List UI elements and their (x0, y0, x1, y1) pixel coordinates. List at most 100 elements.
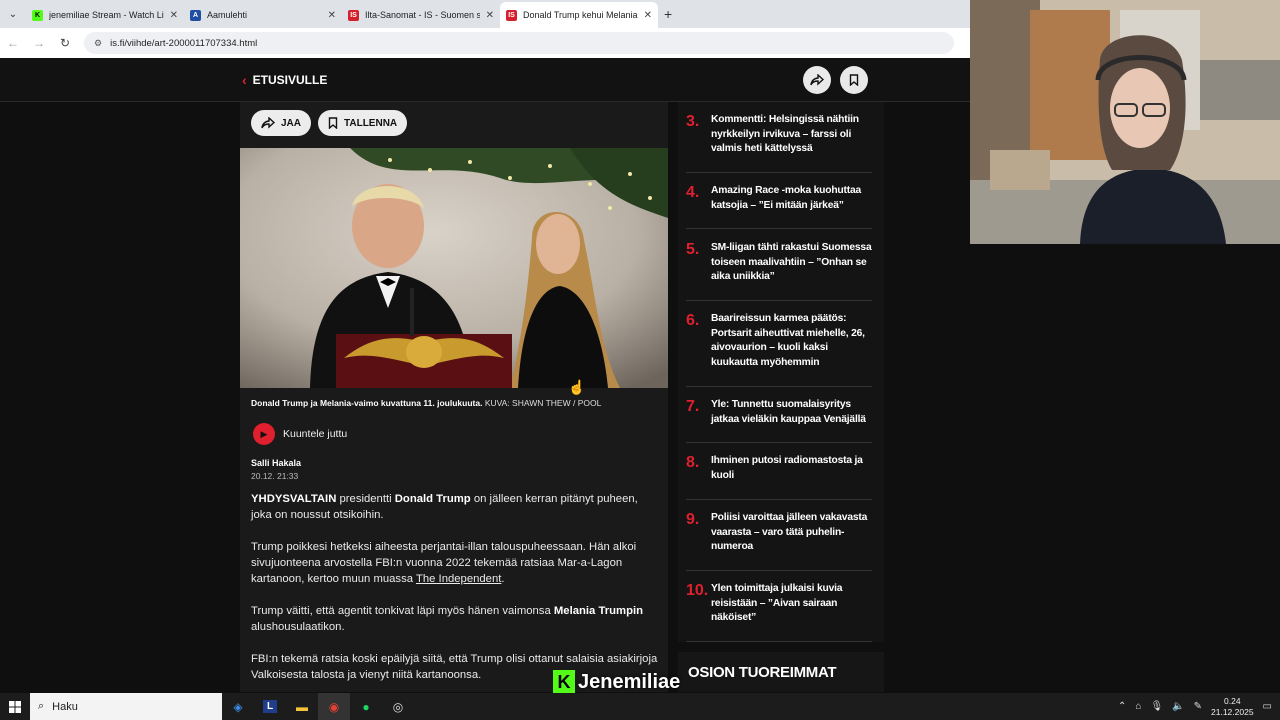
tab-aamulehti[interactable]: A Aamulehti ✕ (184, 2, 342, 28)
rank-number: 5. (686, 241, 700, 258)
divider (686, 499, 872, 500)
windows-start-button[interactable] (0, 700, 30, 713)
tab-ilta-sanomat[interactable]: IS Ilta-Sanomat - IS - Suomen suu ✕ (342, 2, 500, 28)
save-label: TALLENNA (344, 117, 398, 129)
reload-icon[interactable]: ↻ (58, 36, 72, 50)
url-text: is.fi/viihde/art-2000011707334.html (110, 37, 258, 49)
rank-title: Poliisi varoittaa jälleen vakavasta vaar… (711, 512, 868, 552)
text: Trump väitti, että agentit tonkivat läpi… (251, 605, 554, 617)
system-tray: ⌃ ⌂ 🎙 🔈 ✎ 0.24 21.12.2025 ▭ (1118, 693, 1280, 720)
kick-icon: K (32, 9, 43, 21)
publish-date: 20.12. 21:33 (251, 471, 299, 481)
rank-title: Amazing Race -moka kuohuttaa katsojia – … (711, 185, 862, 211)
chevron-up-icon[interactable]: ⌃ (1118, 701, 1126, 712)
close-icon[interactable]: ✕ (644, 10, 652, 21)
taskbar-clock[interactable]: 0.24 21.12.2025 (1211, 696, 1254, 718)
close-icon[interactable]: ✕ (486, 10, 494, 21)
rank-title: Baarireissun karmea päätös: Portsarit ai… (711, 313, 865, 368)
share-icon (810, 74, 824, 86)
network-icon[interactable]: ⌂ (1135, 701, 1141, 712)
tab-kick[interactable]: K jenemiliae Stream - Watch Live ✕ (26, 2, 184, 28)
file-explorer-icon[interactable]: ▬ (286, 693, 318, 720)
text: presidentti (336, 493, 395, 505)
site-header: ‹ ETUSIVULLE (0, 58, 970, 102)
share-button[interactable] (803, 66, 831, 94)
most-read-item[interactable]: 7. Yle: Tunnettu suomalaisyritys jatkaa … (686, 398, 876, 427)
most-read-item[interactable]: 9. Poliisi varoittaa jälleen vakavasta v… (686, 511, 876, 555)
rank-number: 9. (686, 511, 700, 528)
site-info-icon[interactable]: ⚙ (94, 38, 102, 49)
most-read-item[interactable]: 5. SM-liigan tähti rakastui Suomessa toi… (686, 241, 876, 285)
divider (686, 300, 872, 301)
stream-name-overlay: K Jenemiliae (553, 670, 680, 694)
rank-number: 6. (686, 312, 700, 329)
most-read-item[interactable]: 4. Amazing Race -moka kuohuttaa katsojia… (686, 184, 876, 213)
hand-cursor-icon: ☝ (568, 379, 586, 395)
notification-icon[interactable]: ▭ (1263, 701, 1272, 712)
share-pill-button[interactable]: JAA (251, 110, 312, 136)
most-read-item[interactable]: 8. Ihminen putosi radiomastosta ja kuoli (686, 454, 876, 483)
volume-icon[interactable]: 🔈 (1172, 701, 1184, 712)
aamulehti-icon: A (190, 9, 201, 21)
is-icon: IS (348, 9, 359, 21)
clock-date: 21.12.2025 (1211, 706, 1254, 717)
save-pill-button[interactable]: TALLENNA (318, 110, 408, 136)
close-icon[interactable]: ✕ (328, 10, 336, 21)
tab-title: jenemiliae Stream - Watch Live (49, 10, 164, 20)
author-name: Salli Hakala (251, 458, 302, 468)
play-icon: ▶ (253, 423, 275, 445)
tab-title: Donald Trump kehui Melanian (523, 10, 638, 20)
kick-logo-icon: K (553, 670, 575, 694)
most-read-item[interactable]: 10. Ylen toimittaja julkaisi kuvia reisi… (686, 582, 876, 626)
divider (686, 386, 872, 387)
chevron-left-icon: ‹ (242, 72, 247, 88)
taskbar-search[interactable]: ⌕ Haku (30, 693, 222, 720)
article-column: JAA TALLENNA Donald Trump ja Melania-vai… (240, 102, 668, 692)
taskbar-app-l-icon[interactable]: L (254, 693, 286, 720)
windows-taskbar: ⌕ Haku ◈ L ▬ ◉ ● ◎ ⌃ ⌂ 🎙 🔈 ✎ 0.24 21.12.… (0, 693, 1280, 720)
back-to-frontpage-link[interactable]: ‹ ETUSIVULLE (242, 72, 327, 88)
spotify-icon[interactable]: ● (350, 693, 382, 720)
back-arrow-icon[interactable]: ← (6, 36, 20, 50)
close-icon[interactable]: ✕ (170, 10, 178, 21)
obs-icon[interactable]: ◎ (382, 693, 414, 720)
bookmark-icon (849, 74, 859, 86)
taskbar-app-browser-icon[interactable]: ◈ (222, 693, 254, 720)
person-name: Melania Trumpin (553, 605, 644, 617)
clock-time: 0.24 (1224, 695, 1241, 706)
pen-icon[interactable]: ✎ (1194, 701, 1202, 712)
search-placeholder: Haku (52, 700, 78, 713)
rank-number: 7. (686, 398, 700, 415)
microphone-icon[interactable]: 🎙 (1150, 701, 1163, 712)
chrome-icon[interactable]: ◉ (318, 693, 350, 720)
new-tab-icon[interactable]: + (664, 6, 672, 22)
rank-number: 4. (686, 184, 700, 201)
listen-label: Kuuntele juttu (283, 428, 348, 440)
independent-link[interactable]: The Independent (416, 573, 501, 585)
article-paragraph-2: Trump poikkesi hetkeksi aiheesta perjant… (251, 539, 661, 587)
lead-word: YHDYSVALTAIN (251, 493, 337, 505)
rank-title: Kommentti: Helsingissä nähtiin nyrkkeily… (711, 114, 859, 154)
photo-caption: Donald Trump ja Melania-vaimo kuvattuna … (251, 398, 601, 408)
divider (686, 570, 872, 571)
rank-title: Ihminen putosi radiomastosta ja kuoli (711, 455, 863, 481)
forward-arrow-icon[interactable]: → (32, 36, 46, 50)
bookmark-button[interactable] (840, 66, 868, 94)
listen-article-button[interactable]: ▶ Kuuntele juttu (253, 423, 347, 445)
most-read-item[interactable]: 6. Baarireissun karmea päätös: Portsarit… (686, 312, 876, 370)
share-label: JAA (281, 117, 302, 129)
streamer-name: Jenemiliae (578, 670, 681, 693)
tab-trump-article[interactable]: IS Donald Trump kehui Melanian ✕ (500, 2, 658, 28)
section-latest-heading: OSION TUOREIMMAT (678, 652, 884, 692)
caption-text: Donald Trump ja Melania-vaimo kuvattuna … (251, 398, 483, 408)
webcam-feed (970, 0, 1280, 244)
tab-search-icon[interactable]: ⌄ (0, 0, 26, 28)
most-read-item[interactable]: 3. Kommentti: Helsingissä nähtiin nyrkke… (686, 113, 876, 157)
windows-logo-icon (9, 700, 21, 713)
article-photo (240, 148, 668, 388)
divider (686, 228, 872, 229)
article-paragraph-3: Trump väitti, että agentit tonkivat läpi… (251, 603, 661, 635)
divider (686, 641, 872, 642)
rank-title: Yle: Tunnettu suomalaisyritys jatkaa vie… (711, 399, 866, 425)
address-bar[interactable]: ⚙ is.fi/viihde/art-2000011707334.html (84, 32, 954, 54)
